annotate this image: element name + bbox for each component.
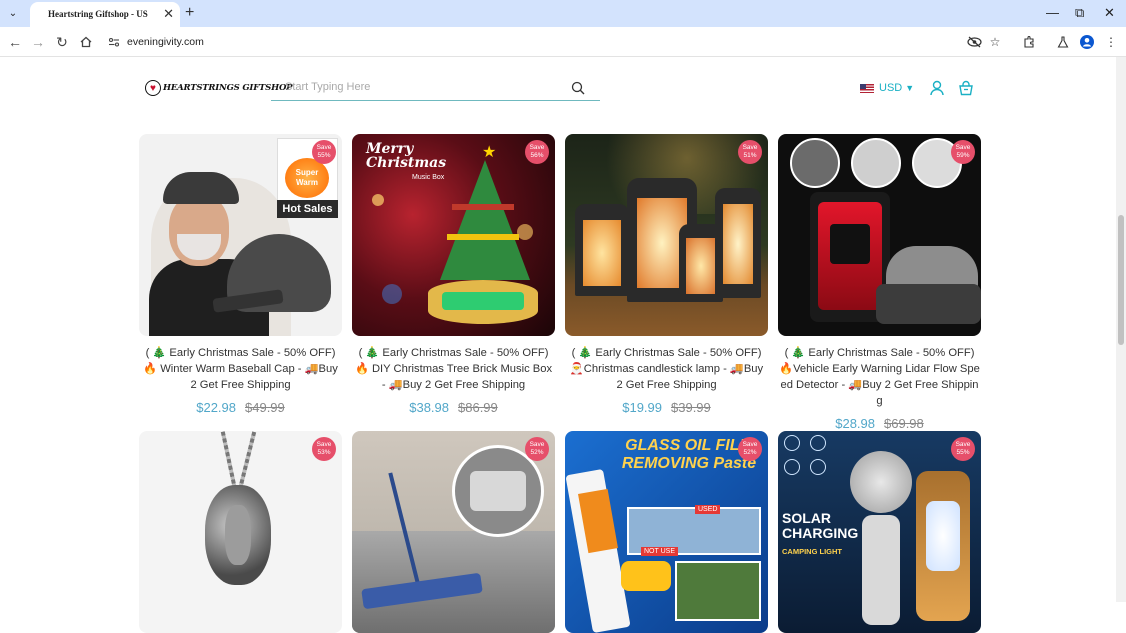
browser-tab[interactable]: Heartstring Giftshop - US ✕ [30,2,180,27]
price-row: $38.98 $86.99 [352,400,555,415]
page-scrollbar[interactable] [1116,57,1126,602]
price-row: $19.99 $39.99 [565,400,768,415]
sale-price: $28.98 [835,416,875,431]
product-image[interactable]: Save 51% [565,134,768,336]
compare-price: $69.98 [884,416,924,431]
save-badge: Save 52% [525,437,549,461]
close-window-icon[interactable]: ✕ [1104,4,1115,22]
eye-off-icon[interactable] [966,34,982,50]
camping-light-label: CAMPING LIGHT [782,547,842,556]
back-arrow-icon[interactable]: ← [6,33,24,51]
used-label: USED [695,505,721,514]
tab-title: Heartstring Giftshop - US [48,9,148,19]
product-card[interactable]: Super Warm Hot Sales Save 55% ( 🎄 Early C… [139,134,342,415]
price-row: $22.98 $49.99 [139,400,342,415]
product-image[interactable]: Save 52% [352,431,555,633]
compare-price: $49.99 [245,400,285,415]
currency-selector[interactable]: USD ▼ [860,82,914,94]
product-card[interactable]: Save 53% [139,431,342,633]
extensions-icon[interactable] [1021,34,1037,50]
profile-avatar-icon[interactable] [1079,34,1095,50]
save-badge: Save 53% [312,437,336,461]
product-title[interactable]: ( 🎄 Early Christmas Sale - 50% OFF) 🔥Veh… [778,345,981,409]
product-card[interactable]: Save 52% [352,431,555,633]
account-user-icon[interactable] [929,80,945,96]
super-warm-label: Super Warm [285,158,329,198]
compare-price: $86.99 [458,400,498,415]
product-image[interactable]: Merry Christmas Music Box ★ Save 56% [352,134,555,336]
browser-menu-icon[interactable]: ⋮ [1103,34,1119,50]
scrollbar-thumb[interactable] [1118,215,1124,345]
chevron-down-icon: ▼ [905,83,915,93]
product-image[interactable]: Save 53% [139,431,342,633]
currency-label: USD [879,82,903,94]
save-badge: Save 52% [738,437,762,461]
save-badge: Save 55% [951,437,975,461]
save-badge: Save 51% [738,140,762,164]
tab-close-icon[interactable]: ✕ [163,6,174,22]
product-image[interactable]: Super Warm Hot Sales Save 55% [139,134,342,336]
save-badge: Save 56% [525,140,549,164]
product-card[interactable]: Save 59% ( 🎄 Early Christmas Sale - 50% O… [778,134,981,431]
browser-toolbar: ← → ↻ eveningivity.com ☆ ⋮ [0,27,1126,57]
product-image[interactable]: Save 59% [778,134,981,336]
site-settings-icon[interactable] [108,36,120,48]
search-icon[interactable] [571,81,585,95]
product-card[interactable]: SOLAR CHARGING CAMPING LIGHT Save 55% [778,431,981,633]
forward-arrow-icon[interactable]: → [29,33,47,51]
browser-tab-strip: ⌄ Heartstring Giftshop - US ✕ + — ⧉ ✕ [0,0,1126,27]
shopping-cart-icon[interactable] [958,80,974,96]
tab-search-chevron-icon[interactable]: ⌄ [4,5,22,21]
product-image[interactable]: GLASS OIL FILM REMOVING Paste USED NOT U… [565,431,768,633]
price-row: $28.98 $69.98 [778,416,981,431]
solar-charging-label: SOLAR CHARGING [782,510,859,541]
glass-oil-film-label: GLASS OIL FILM REMOVING Paste [621,437,757,472]
hot-sales-label: Hot Sales [277,200,338,218]
sale-price: $38.98 [409,400,449,415]
sale-price: $19.99 [622,400,662,415]
reload-icon[interactable]: ↻ [53,33,71,51]
compare-price: $39.99 [671,400,711,415]
address-bar[interactable]: eveningivity.com [127,36,204,48]
bookmark-star-icon[interactable]: ☆ [987,34,1003,50]
new-tab-plus-icon[interactable]: + [185,4,194,22]
product-title[interactable]: ( 🎄 Early Christmas Sale - 50% OFF) 🔥 Wi… [139,345,342,393]
save-badge: Save 59% [951,140,975,164]
maximize-icon[interactable]: ⧉ [1075,4,1084,22]
search-input[interactable] [285,81,555,93]
product-image[interactable]: SOLAR CHARGING CAMPING LIGHT Save 55% [778,431,981,633]
product-title[interactable]: ( 🎄 Early Christmas Sale - 50% OFF) 🔥 DI… [352,345,555,393]
us-flag-icon [860,83,874,93]
product-title[interactable]: ( 🎄 Early Christmas Sale - 50% OFF) 🎅Chr… [565,345,768,393]
search-bar [271,76,600,101]
product-card[interactable]: Merry Christmas Music Box ★ Save 56% ( 🎄 … [352,134,555,415]
product-card[interactable]: GLASS OIL FILM REMOVING Paste USED NOT U… [565,431,768,633]
labs-flask-icon[interactable] [1055,34,1071,50]
minimize-icon[interactable]: — [1046,4,1059,22]
product-card[interactable]: Save 51% ( 🎄 Early Christmas Sale - 50% O… [565,134,768,415]
heart-logo-icon: ♥ [145,80,161,96]
home-icon[interactable] [77,33,95,51]
sale-price: $22.98 [196,400,236,415]
save-badge: Save 55% [312,140,336,164]
not-use-label: NOT USE [641,547,678,556]
